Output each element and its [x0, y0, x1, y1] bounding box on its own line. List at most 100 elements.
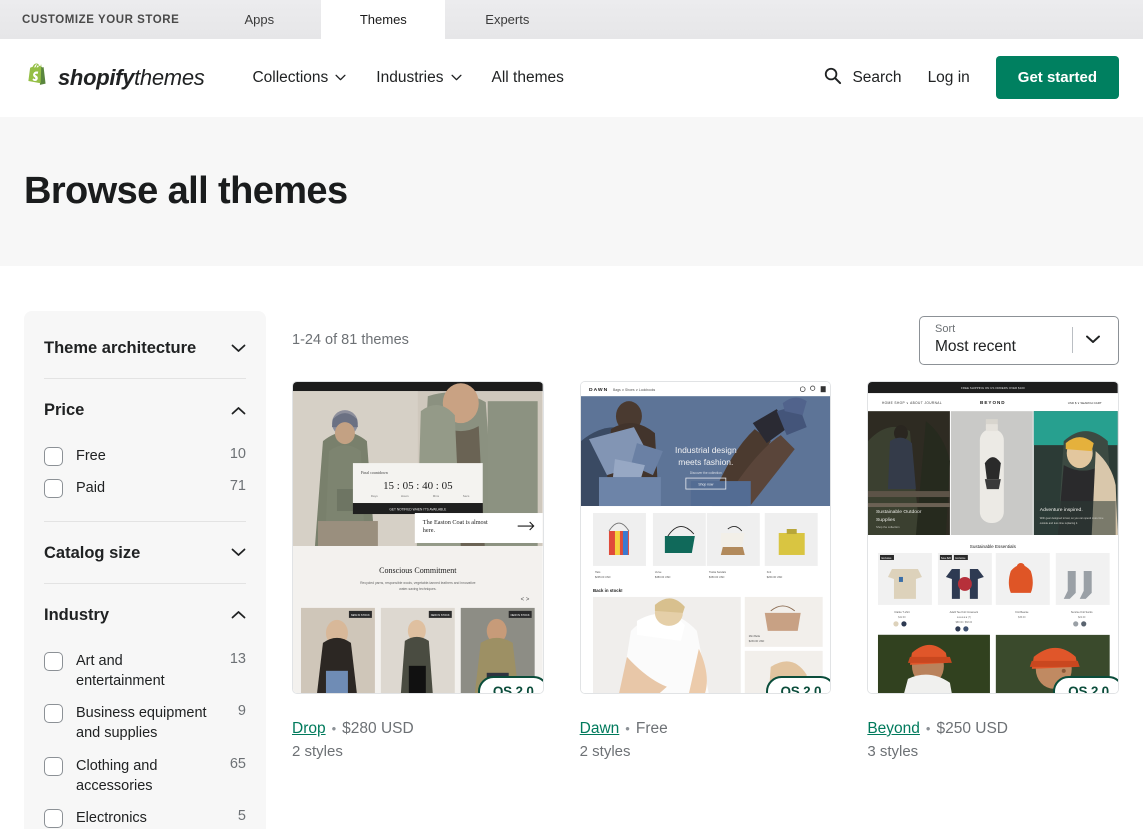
svg-text:Final countdown: Final countdown	[361, 470, 388, 475]
theme-price: $250 USD	[936, 720, 1008, 737]
theme-title-line: Dawn • Free	[580, 720, 832, 738]
shopify-themes-logo[interactable]: shopifythemes	[24, 62, 205, 93]
filters-sidebar: Theme architecture Price Free 10 Paid 71…	[24, 311, 266, 829]
topbar-tab-experts[interactable]: Experts	[445, 0, 569, 39]
main-navigation: Collections Industries All themes	[252, 69, 563, 87]
svg-text:Save $20: Save $20	[941, 557, 952, 560]
svg-text:USD $ ∨ SEARCH CART: USD $ ∨ SEARCH CART	[1068, 401, 1102, 405]
sort-divider	[1072, 327, 1073, 353]
theme-preview-beyond: FREE SHIPPING ON US ORDERS OVER $100 HOM…	[868, 382, 1118, 693]
filter-option-free[interactable]: Free 10	[44, 440, 246, 472]
svg-text:Adelli Tee Knit Crewneck: Adelli Tee Knit Crewneck	[950, 610, 979, 614]
svg-text:$22.00: $22.00	[1078, 616, 1086, 619]
search-button[interactable]: Search	[823, 66, 902, 90]
theme-title-line: Beyond • $250 USD	[867, 720, 1119, 738]
filter-toggle-price[interactable]: Price	[44, 379, 246, 440]
theme-preview-dawn: DAWN Bags ∨ Shoes ∨ Lookbooks Industrial…	[580, 382, 831, 693]
theme-name-link[interactable]: Beyond	[867, 720, 920, 738]
theme-title-line: Drop • $280 USD	[292, 720, 544, 738]
filter-option-business-equipment[interactable]: Business equipment and supplies 9	[44, 697, 246, 750]
svg-text:water-saving techniques.: water-saving techniques.	[399, 587, 436, 591]
hero-section: Browse all themes	[0, 117, 1143, 266]
svg-text:Mins: Mins	[433, 494, 440, 498]
svg-text:Knit Beanie: Knit Beanie	[1016, 610, 1030, 614]
checkbox-free[interactable]	[44, 447, 63, 466]
filter-option-art-and-entertainment[interactable]: Art and entertainment 13	[44, 645, 246, 698]
login-link[interactable]: Log in	[928, 69, 970, 87]
topbar-tab-themes[interactable]: Themes	[321, 0, 446, 39]
svg-text:NEW IN STOCK: NEW IN STOCK	[351, 613, 370, 617]
theme-name-link[interactable]: Drop	[292, 720, 326, 738]
checkbox-electronics[interactable]	[44, 809, 63, 829]
sort-dropdown[interactable]: Sort Most recent	[919, 315, 1119, 365]
sort-dropdown-text: Sort Most recent	[935, 323, 1072, 356]
svg-text:$36.00: $36.00	[1018, 616, 1026, 619]
svg-text:GET NOTIFIED WHEN IT'S AVAILAB: GET NOTIFIED WHEN IT'S AVAILABLE	[389, 508, 446, 512]
theme-grid: Final countdown 15 : 05 : 40 : 05 Days H…	[292, 381, 1119, 760]
theme-card[interactable]: FREE SHIPPING ON US ORDERS OVER $100 HOM…	[867, 381, 1119, 760]
theme-thumbnail-wrapper[interactable]: FREE SHIPPING ON US ORDERS OVER $100 HOM…	[867, 381, 1119, 694]
os-version-badge: OS 2.0	[477, 676, 543, 693]
logo-word-light: themes	[134, 64, 205, 90]
svg-text:15 : 05 : 40 : 05: 15 : 05 : 40 : 05	[383, 480, 453, 492]
filter-label-paid: Paid	[76, 480, 106, 497]
checkbox-business-equipment[interactable]	[44, 704, 63, 724]
svg-text:$42.00: $42.00	[899, 616, 907, 619]
get-started-button[interactable]: Get started	[995, 56, 1119, 99]
results-section: 1-24 of 81 themes Sort Most recent Final…	[292, 311, 1119, 829]
filter-option-paid[interactable]: Paid 71	[44, 472, 246, 504]
search-label: Search	[852, 68, 902, 86]
svg-text:Shop now: Shop now	[698, 483, 714, 487]
checkbox-paid[interactable]	[44, 479, 63, 499]
svg-text:Sustainable Essentials: Sustainable Essentials	[970, 544, 1017, 549]
filter-toggle-industry[interactable]: Industry	[44, 584, 246, 645]
results-toolbar: 1-24 of 81 themes Sort Most recent	[292, 311, 1119, 369]
nav-item-collections[interactable]: Collections	[252, 69, 346, 87]
theme-card[interactable]: DAWN Bags ∨ Shoes ∨ Lookbooks Industrial…	[579, 381, 832, 760]
svg-text:Knit: Knit	[766, 570, 771, 574]
svg-text:here.: here.	[423, 527, 436, 534]
os-version-badge: OS 2.0	[765, 676, 831, 693]
separator-dot: •	[925, 721, 931, 736]
svg-text:With gear designed to last, so: With gear designed to last, so you can s…	[1040, 516, 1104, 520]
svg-text:Conscious Commitment: Conscious Commitment	[379, 566, 457, 575]
search-icon	[823, 66, 842, 90]
filter-option-clothing-and-accessories[interactable]: Clothing and accessories 65	[44, 750, 246, 803]
filter-toggle-catalog-size[interactable]: Catalog size	[44, 522, 246, 583]
nav-label-all-themes: All themes	[491, 68, 564, 86]
theme-thumbnail-wrapper[interactable]: DAWN Bags ∨ Shoes ∨ Lookbooks Industrial…	[579, 381, 832, 694]
filter-label-clothing-and-accessories: Clothing and accessories	[76, 757, 158, 795]
checkbox-art-and-entertainment[interactable]	[44, 651, 63, 671]
nav-item-industries[interactable]: Industries	[376, 68, 462, 87]
svg-text:Adventure inspired.: Adventure inspired.	[1040, 507, 1083, 513]
svg-text:outside and less time replacin: outside and less time replacing it.	[1040, 521, 1078, 525]
svg-text:meets fashion.: meets fashion.	[678, 457, 733, 467]
logo-word-bold: shopify	[58, 64, 135, 90]
filter-toggle-theme-architecture[interactable]: Theme architecture	[44, 317, 246, 378]
checkbox-clothing-and-accessories[interactable]	[44, 756, 63, 776]
svg-text:Sunrise Knit Socks: Sunrise Knit Socks	[1071, 610, 1093, 614]
theme-price: Free	[635, 720, 668, 737]
separator-dot: •	[331, 721, 337, 736]
svg-text:Mini Bella: Mini Bella	[748, 634, 760, 638]
filter-label-free: Free	[76, 448, 106, 464]
svg-text:Days: Days	[371, 494, 378, 498]
theme-card[interactable]: Final countdown 15 : 05 : 40 : 05 Days H…	[292, 381, 544, 760]
filter-option-electronics[interactable]: Electronics 5	[44, 802, 246, 829]
nav-item-all-themes[interactable]: All themes	[492, 69, 564, 87]
svg-text:$295.00 USD: $295.00 USD	[595, 575, 611, 579]
theme-thumbnail-wrapper[interactable]: Final countdown 15 : 05 : 40 : 05 Days H…	[292, 381, 544, 694]
chevron-up-icon	[231, 402, 246, 420]
topbar-tab-apps[interactable]: Apps	[197, 0, 321, 39]
chevron-down-icon	[335, 74, 346, 81]
filter-title-catalog-size: Catalog size	[44, 543, 141, 562]
svg-text:Trattia Sandals: Trattia Sandals	[708, 570, 726, 574]
theme-name-link[interactable]: Dawn	[580, 720, 620, 738]
page-content: Theme architecture Price Free 10 Paid 71…	[0, 266, 1143, 829]
svg-text:Supplies: Supplies	[876, 517, 896, 523]
theme-styles-count: 2 styles	[292, 743, 343, 760]
nav-label-industries: Industries	[376, 68, 444, 86]
page-title: Browse all themes	[24, 170, 348, 212]
site-header: shopifythemes Collections Industries All…	[0, 39, 1143, 117]
topbar-brand: Customize your store	[22, 13, 180, 26]
